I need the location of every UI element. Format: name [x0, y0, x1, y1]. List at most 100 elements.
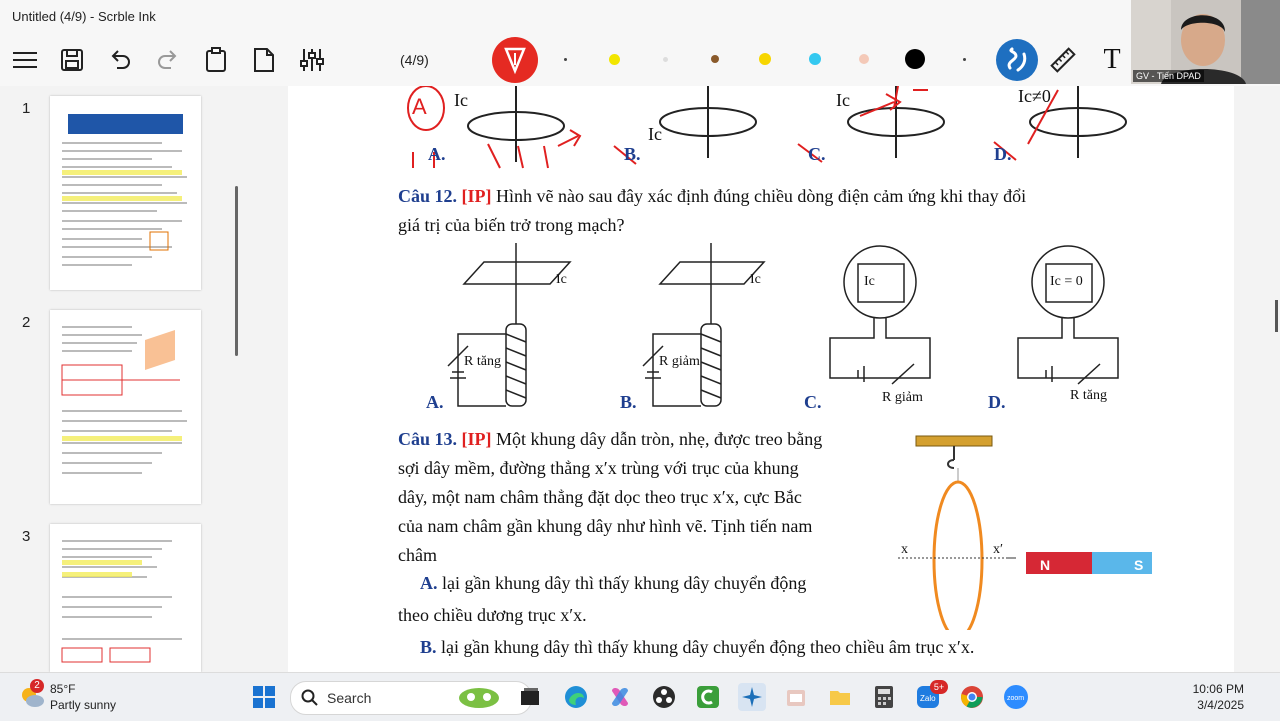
document-page: A Ic Ic Ic Ic≠0 A. B. C. D. Câu 12. [IP]…: [288, 86, 1234, 672]
q13-option-a-cont: theo chiều dương trục x′x.: [398, 601, 888, 630]
q12-label-ic: Ic: [750, 272, 761, 287]
axis-label-xprime: x′: [993, 542, 1004, 557]
svg-text:Zalo: Zalo: [920, 694, 936, 703]
obs-icon[interactable]: [650, 683, 678, 711]
squiggle-icon: [1007, 47, 1027, 72]
color-swatch-black[interactable]: [905, 49, 925, 69]
question-text: của nam châm gần khung dây như hình vẽ. …: [398, 516, 813, 536]
page-thumbnail-1[interactable]: [50, 96, 201, 290]
shape-tool-button[interactable]: [996, 39, 1038, 81]
q11-label-ic: Ic: [836, 90, 850, 110]
q12-figures: [447, 243, 1119, 407]
redo-icon[interactable]: [152, 44, 184, 76]
window-title: Untitled (4/9) - Scrble Ink: [12, 9, 156, 24]
color-swatch-dot[interactable]: [564, 58, 567, 61]
pen-tool-button[interactable]: [492, 37, 538, 83]
q11-label-ic: Ic: [454, 90, 468, 110]
color-swatch-small-dot[interactable]: [963, 58, 966, 61]
clock-date: 3/4/2025: [1197, 698, 1244, 712]
new-page-icon[interactable]: [248, 44, 280, 76]
q12-option: D.: [988, 392, 1006, 412]
axis-label-x: x: [901, 542, 908, 557]
question-tag: [IP]: [461, 429, 492, 449]
magnet-south: S: [1134, 557, 1144, 573]
undo-icon[interactable]: [104, 44, 136, 76]
taskbar: 2 85°F Partly sunny Search Zalo 5+ zoom …: [0, 672, 1280, 721]
system-clock[interactable]: 10:06 PM 3/4/2025: [1193, 681, 1244, 713]
q11-label-ic: Ic: [648, 124, 662, 144]
thumb-number: 2: [22, 314, 31, 331]
question-number: Câu 13.: [398, 429, 458, 449]
color-swatch-brown[interactable]: [711, 55, 719, 63]
page-thumbnail-3[interactable]: [50, 524, 201, 672]
ruler-icon[interactable]: [1047, 44, 1079, 76]
q11-label-ic-nonzero: Ic≠0: [1018, 86, 1051, 106]
q12-option: B.: [620, 392, 637, 412]
color-swatch-gold[interactable]: [759, 53, 771, 65]
q12-label-ic-zero: Ic = 0: [1050, 274, 1083, 289]
question-13: Câu 13. [IP] Một khung dây dẫn tròn, nhẹ…: [398, 425, 888, 570]
chrome-icon[interactable]: [958, 683, 986, 711]
q13-option-a: A. lại gần khung dây thì thấy khung dây …: [420, 569, 890, 598]
q12-label-r: R tăng: [1070, 388, 1107, 403]
q11-option: B.: [624, 144, 641, 164]
text-tool-button[interactable]: T: [1096, 44, 1128, 76]
q12-label-ic: Ic: [864, 274, 875, 289]
copilot-icon[interactable]: [606, 683, 634, 711]
q12-label-r: R giảm: [882, 390, 923, 405]
q11-option: C.: [808, 144, 826, 164]
windows-start-icon[interactable]: [250, 683, 278, 711]
sidebar-scrollbar[interactable]: [235, 186, 238, 356]
pinned-app-icon[interactable]: [782, 683, 810, 711]
scrble-ink-icon[interactable]: [738, 683, 766, 711]
taskbar-search[interactable]: Search: [290, 681, 532, 715]
camtasia-icon[interactable]: [694, 683, 722, 711]
webcam-overlay: GV - Tiến DPAD: [1131, 0, 1280, 84]
task-view-icon[interactable]: [516, 683, 544, 711]
page-thumbnail-2[interactable]: [50, 310, 201, 504]
title-bar: Untitled (4/9) - Scrble Ink: [0, 0, 1280, 34]
option-text: theo chiều dương trục x′x.: [398, 605, 587, 625]
weather-temp: 85°F: [50, 682, 76, 696]
search-highlight-icon: [459, 688, 499, 708]
thumbnail-preview: [61, 540, 182, 663]
color-swatch-light-gray[interactable]: [663, 57, 668, 62]
color-swatch-yellow[interactable]: [609, 54, 620, 65]
q13-option-b: B. lại gần khung dây thì thấy khung dây …: [420, 633, 1120, 662]
question-text: Hình vẽ nào sau đây xác định đúng chiều …: [496, 186, 1027, 206]
save-icon[interactable]: [56, 44, 88, 76]
calculator-icon[interactable]: [870, 683, 898, 711]
weather-widget[interactable]: 85°F Partly sunny: [50, 681, 116, 713]
question-text: Một khung dây dẫn tròn, nhẹ, được treo b…: [496, 429, 823, 449]
q11-option: A.: [428, 144, 446, 164]
q12-option: C.: [804, 392, 822, 412]
page-indicator: (4/9): [400, 52, 429, 68]
thumb-number: 1: [22, 100, 31, 117]
color-swatch-peach[interactable]: [859, 54, 869, 64]
question-text: dây, một nam châm thẳng đặt dọc theo trụ…: [398, 487, 802, 507]
weather-desc: Partly sunny: [50, 698, 117, 712]
option-text: lại gần khung dây thì thấy khung dây chu…: [441, 637, 975, 657]
document-scrollbar[interactable]: [1275, 300, 1278, 332]
clipboard-icon[interactable]: [200, 44, 232, 76]
search-placeholder: Search: [327, 690, 372, 706]
page-sidebar: 1 2 3: [0, 86, 288, 672]
thumbnail-preview: [61, 326, 187, 474]
option-label: B.: [420, 637, 437, 657]
edge-browser-icon[interactable]: [562, 683, 590, 711]
color-swatch-cyan[interactable]: [809, 53, 821, 65]
zalo-badge: 5+: [930, 680, 948, 694]
q12-label-ic: Ic: [556, 272, 567, 287]
settings-sliders-icon[interactable]: [296, 44, 328, 76]
question-text: sợi dây mềm, đường thẳng x′x trùng với t…: [398, 458, 799, 478]
handwritten-answer: A: [412, 94, 427, 119]
question-number: Câu 12.: [398, 186, 458, 206]
zoom-icon[interactable]: zoom: [1002, 683, 1030, 711]
question-text: giá trị của biến trở trong mạch?: [398, 215, 625, 235]
q12-option: A.: [426, 392, 444, 412]
webcam-label: GV - Tiến DPAD: [1133, 70, 1204, 82]
thumbnail-preview: [62, 114, 187, 266]
menu-icon[interactable]: [9, 44, 41, 76]
file-explorer-icon[interactable]: [826, 683, 854, 711]
svg-text:zoom: zoom: [1007, 695, 1024, 702]
